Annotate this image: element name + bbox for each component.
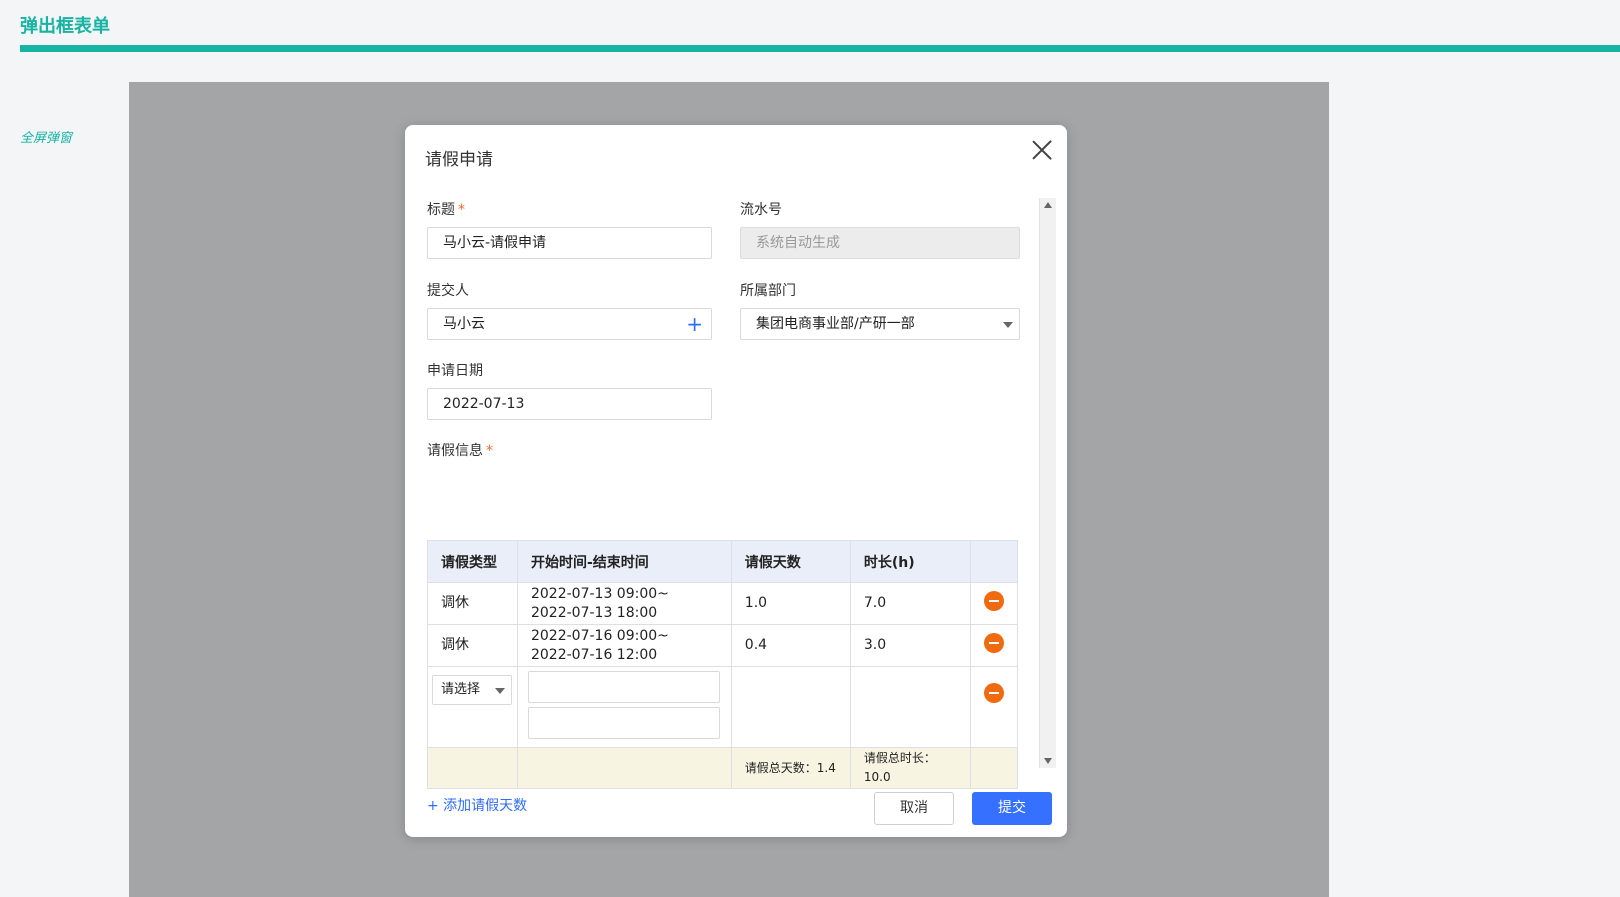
leave-type-cell: 调休: [427, 582, 518, 625]
time-range-cell: 2022-07-13 09:00~ 2022-07-13 18:00: [516, 582, 732, 625]
end-time: 2022-07-16 12:00: [530, 646, 658, 663]
date-input[interactable]: 2022-07-13: [427, 388, 712, 420]
page-title: 弹出框表单: [20, 16, 110, 37]
close-icon[interactable]: [1029, 137, 1055, 163]
leave-info-label-text: 请假信息: [427, 443, 483, 459]
leave-info-label: 请假信息 *: [427, 440, 493, 460]
serial-label: 流水号: [740, 202, 782, 218]
submitter-label: 提交人: [427, 283, 469, 299]
total-days: 请假总天数：1.4: [730, 747, 851, 789]
title-label: 标题 *: [427, 199, 465, 219]
end-time-input[interactable]: [528, 707, 721, 739]
date-label: 申请日期: [427, 363, 483, 379]
dialog-scrollbar[interactable]: [1039, 198, 1056, 768]
leave-type-cell: 请选择: [427, 666, 518, 748]
leave-table: 请假类型 开始时间-结束时间 请假天数 时长(h) 调休 2022-07-13 …: [427, 540, 1019, 789]
table-row: 调休 2022-07-13 09:00~ 2022-07-13 18:00 1.…: [427, 582, 1019, 625]
hours-cell: 7.0: [849, 582, 971, 625]
leave-type-select[interactable]: 请选择: [432, 675, 512, 705]
nav-item-fullscreen-dialog[interactable]: 全屏弹窗: [20, 127, 72, 146]
title-label-text: 标题: [427, 202, 455, 218]
chevron-down-icon: [1003, 322, 1013, 328]
dialog-body: 标题 * 马小云-请假申请 流水号 系统自动生成 提交人 马小云 + 所属部门 集…: [405, 195, 1067, 814]
days-cell: 1.0: [730, 582, 851, 625]
hours-cell: 3.0: [849, 624, 971, 667]
department-label: 所属部门: [740, 283, 796, 299]
add-person-icon[interactable]: +: [686, 309, 703, 339]
title-divider: [20, 45, 1620, 52]
leave-request-dialog: 请假申请 标题 * 马小云-请假申请 流水号 系统自动生成 提交人 马小云 + 所…: [405, 125, 1067, 837]
department-select[interactable]: 集团电商事业部/产研一部: [740, 308, 1020, 340]
submitter-value: 马小云: [443, 316, 485, 332]
submitter-input[interactable]: 马小云 +: [427, 308, 712, 340]
time-range-cell: 2022-07-16 09:00~ 2022-07-16 12:00: [516, 624, 732, 667]
leave-type-cell: 调休: [427, 624, 518, 667]
serial-input: 系统自动生成: [740, 227, 1020, 259]
column-header: 开始时间-结束时间: [516, 540, 732, 583]
summary-empty-cell: [969, 747, 1019, 789]
cancel-button[interactable]: 取消: [874, 792, 954, 825]
column-header: 请假天数: [730, 540, 851, 583]
remove-row-icon[interactable]: [983, 590, 1004, 611]
chevron-down-icon: [495, 688, 505, 694]
start-time: 2022-07-13 09:00~: [530, 585, 669, 602]
table-summary-row: 请假总天数：1.4 请假总时长：10.0: [427, 747, 1019, 789]
actions-cell: [969, 666, 1019, 748]
title-input[interactable]: 马小云-请假申请: [427, 227, 712, 259]
required-mark: *: [458, 202, 465, 218]
actions-cell: [969, 582, 1019, 625]
submit-button[interactable]: 提交: [972, 792, 1052, 825]
column-header: 请假类型: [427, 540, 518, 583]
remove-row-icon[interactable]: [983, 683, 1004, 703]
days-cell: 0.4: [730, 624, 851, 667]
actions-cell: [969, 624, 1019, 667]
leave-type-placeholder: 请选择: [441, 682, 481, 697]
add-leave-days-link[interactable]: + 添加请假天数: [427, 795, 527, 815]
days-cell: [730, 666, 851, 748]
end-time: 2022-07-13 18:00: [530, 604, 658, 621]
scroll-down-icon[interactable]: [1044, 758, 1052, 764]
start-time-input[interactable]: [528, 671, 721, 703]
start-time: 2022-07-16 09:00~: [530, 627, 669, 644]
summary-empty-cell: [516, 747, 732, 789]
total-hours: 请假总时长：10.0: [849, 747, 971, 789]
remove-row-icon[interactable]: [983, 632, 1004, 653]
table-row: 调休 2022-07-16 09:00~ 2022-07-16 12:00 0.…: [427, 624, 1019, 667]
dialog-title: 请假申请: [425, 150, 493, 170]
table-edit-row: 请选择: [427, 666, 1019, 748]
time-range-cell: [516, 666, 732, 748]
summary-empty-cell: [427, 747, 518, 789]
table-header-row: 请假类型 开始时间-结束时间 请假天数 时长(h): [427, 540, 1019, 583]
column-header: 时长(h): [849, 540, 971, 583]
required-mark: *: [486, 443, 493, 459]
hours-cell: [849, 666, 971, 748]
column-header-actions: [969, 540, 1019, 583]
department-value: 集团电商事业部/产研一部: [756, 316, 915, 332]
scroll-up-icon[interactable]: [1044, 202, 1052, 208]
